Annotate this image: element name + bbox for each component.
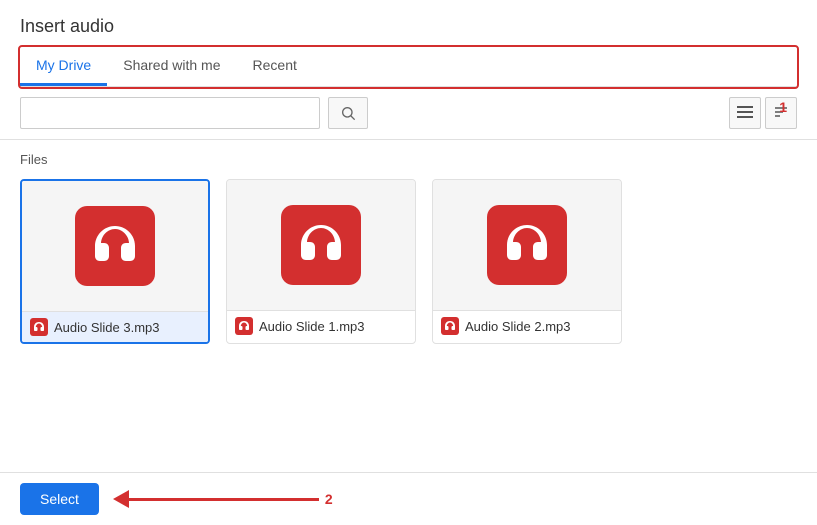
files-label: Files	[20, 152, 797, 167]
file-footer-1: Audio Slide 1.mp3	[227, 310, 415, 341]
file-name-2: Audio Slide 2.mp3	[465, 319, 571, 334]
audio-icon-small-1	[235, 317, 253, 335]
dialog-title: Insert audio	[0, 0, 817, 47]
headphones-small-2	[444, 320, 456, 332]
search-button[interactable]	[328, 97, 368, 129]
tabs: My Drive Shared with me Recent	[20, 47, 797, 86]
headphones-small-1	[238, 320, 250, 332]
annotation-arrow: 2	[113, 490, 333, 508]
audio-icon-large-2	[487, 205, 567, 285]
arrow-line	[129, 498, 319, 501]
audio-icon-small-2	[441, 317, 459, 335]
tabs-container: My Drive Shared with me Recent	[20, 47, 797, 87]
headphones-icon-0	[90, 221, 140, 271]
file-name-1: Audio Slide 1.mp3	[259, 319, 365, 334]
annotation-1-label: 1	[779, 99, 787, 115]
arrow-head	[113, 490, 129, 508]
file-card-0[interactable]: Audio Slide 3.mp3	[20, 179, 210, 344]
search-bar	[0, 87, 817, 140]
file-card-2[interactable]: Audio Slide 2.mp3	[432, 179, 622, 344]
file-preview-1	[227, 180, 415, 310]
headphones-icon-1	[296, 220, 346, 270]
files-grid: Audio Slide 3.mp3	[20, 179, 797, 344]
insert-audio-dialog: Insert audio My Drive Shared with me Rec…	[0, 0, 817, 525]
annotation-2-label: 2	[325, 491, 333, 507]
files-section: Files Audio Slide	[0, 140, 817, 472]
file-footer-2: Audio Slide 2.mp3	[433, 310, 621, 341]
headphones-icon-2	[502, 220, 552, 270]
tab-recent[interactable]: Recent	[237, 47, 313, 86]
audio-icon-small-0	[30, 318, 48, 336]
list-icon	[737, 106, 753, 120]
file-preview-2	[433, 180, 621, 310]
dialog-footer: Select 2	[0, 472, 817, 525]
search-input[interactable]	[20, 97, 320, 129]
audio-icon-large-0	[75, 206, 155, 286]
tab-my-drive[interactable]: My Drive	[20, 47, 107, 86]
search-icon	[340, 105, 356, 121]
headphones-small-0	[33, 321, 45, 333]
select-button[interactable]: Select	[20, 483, 99, 515]
audio-icon-large-1	[281, 205, 361, 285]
file-name-0: Audio Slide 3.mp3	[54, 320, 160, 335]
file-footer-0: Audio Slide 3.mp3	[22, 311, 208, 342]
list-view-button[interactable]	[729, 97, 761, 129]
file-card-1[interactable]: Audio Slide 1.mp3	[226, 179, 416, 344]
tab-shared-with-me[interactable]: Shared with me	[107, 47, 236, 86]
file-preview-0	[22, 181, 208, 311]
